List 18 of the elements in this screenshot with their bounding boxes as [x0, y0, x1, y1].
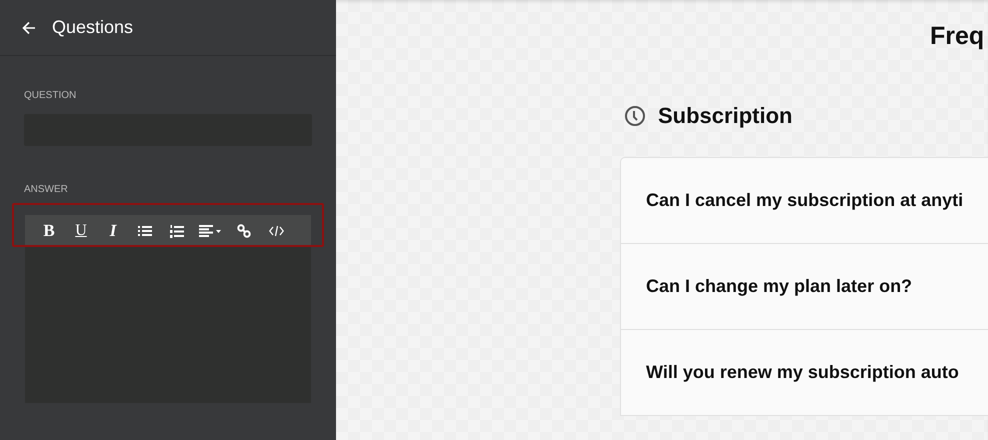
numbered-list-icon	[170, 224, 184, 238]
field-label: QUESTION	[24, 90, 76, 101]
italic-button[interactable]: I	[97, 217, 129, 245]
faq-question[interactable]: Can I cancel my subscription at anyti	[646, 190, 964, 211]
underline-button[interactable]: U	[65, 217, 97, 245]
link-icon	[237, 224, 251, 238]
bold-button[interactable]: B	[33, 217, 65, 245]
back-arrow-icon[interactable]	[22, 20, 36, 34]
section-title: Subscription	[658, 103, 792, 129]
bullet-list-icon	[138, 225, 152, 237]
code-icon	[268, 225, 284, 237]
clock-icon	[624, 105, 646, 127]
page-title: Freq	[930, 22, 986, 51]
panel-title: Questions	[52, 17, 134, 38]
field-label: ANSWER	[24, 184, 68, 195]
faq-question[interactable]: Will you renew my subscription auto	[646, 362, 959, 383]
faq-question[interactable]: Can I change my plan later on?	[646, 276, 912, 297]
align-icon	[199, 225, 222, 237]
